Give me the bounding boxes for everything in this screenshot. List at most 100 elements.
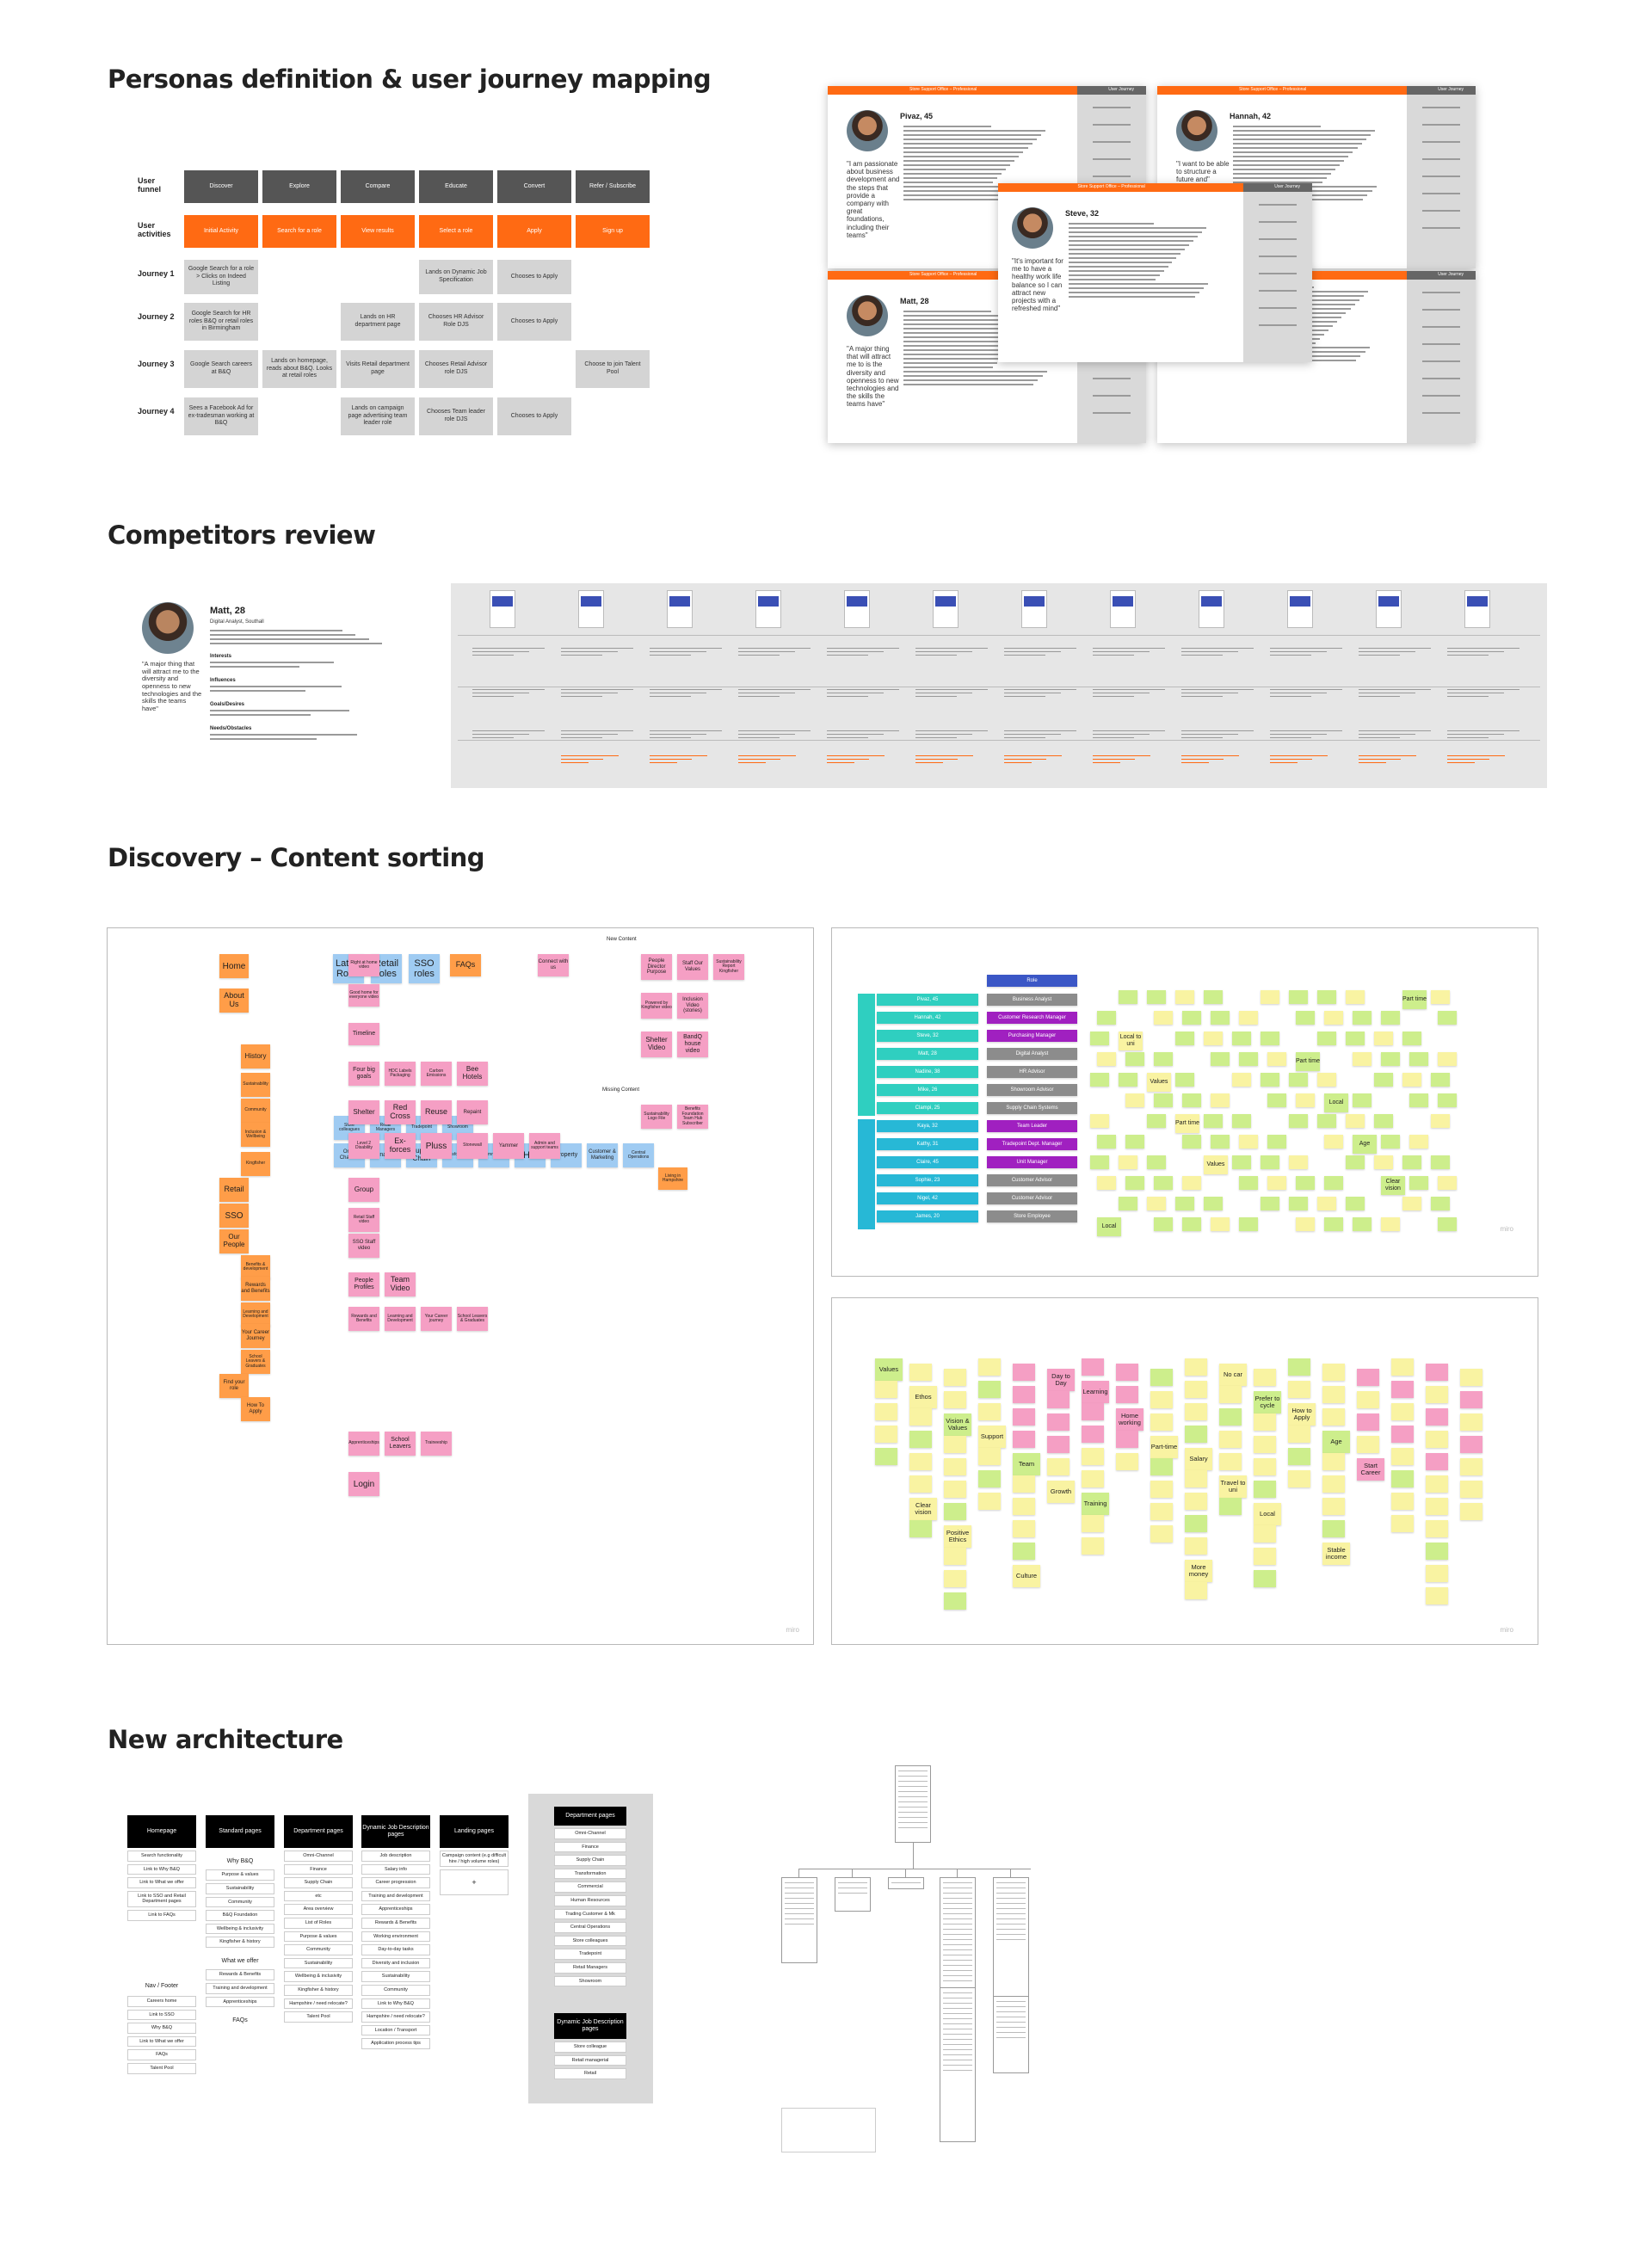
sticky-note[interactable]: Rewards and Benefits	[348, 1307, 379, 1331]
sticky-note[interactable]: Bee Hotels	[457, 1062, 488, 1086]
persona-tag[interactable]: Kathy, 31	[877, 1138, 978, 1150]
sticky-note[interactable]	[1082, 1537, 1104, 1555]
sticky-note[interactable]: Repaint	[457, 1100, 488, 1124]
role-tag[interactable]: Customer Research Manager	[987, 1012, 1077, 1024]
sticky-note[interactable]	[1119, 990, 1137, 1004]
sticky-note[interactable]	[944, 1458, 966, 1475]
sticky-note[interactable]	[1097, 1011, 1116, 1025]
persona-tag[interactable]: Steve, 32	[877, 1030, 978, 1042]
sticky-note[interactable]	[1288, 1358, 1310, 1376]
sticky-note[interactable]: Age	[1322, 1431, 1350, 1453]
sticky-note[interactable]	[1097, 1135, 1116, 1149]
sticky-note[interactable]	[1082, 1470, 1104, 1487]
sticky-note[interactable]: People Profiles	[348, 1272, 379, 1296]
sticky-note[interactable]	[1267, 1176, 1286, 1190]
sticky-note[interactable]	[944, 1436, 966, 1453]
sticky-note[interactable]	[1211, 1052, 1230, 1066]
sticky-note[interactable]	[1431, 1114, 1450, 1128]
sticky-note[interactable]: Values	[1204, 1155, 1228, 1174]
sticky-note[interactable]: Start Career	[1357, 1458, 1384, 1481]
sticky-note[interactable]: Benefits & development	[241, 1255, 270, 1279]
sticky-note[interactable]	[1324, 1176, 1343, 1190]
sticky-note[interactable]	[1426, 1364, 1448, 1381]
sticky-note[interactable]: Age	[1353, 1135, 1377, 1154]
sticky-note[interactable]	[1317, 1032, 1336, 1045]
sticky-note[interactable]	[1460, 1391, 1482, 1408]
sticky-note[interactable]	[1261, 990, 1279, 1004]
persona-tag[interactable]: Kaya, 32	[877, 1120, 978, 1132]
role-tag[interactable]: HR Advisor	[987, 1066, 1077, 1078]
sticky-note[interactable]	[1460, 1413, 1482, 1431]
sticky-note[interactable]	[1402, 1032, 1421, 1045]
sticky-note[interactable]	[1013, 1431, 1035, 1448]
sticky-note[interactable]	[1254, 1525, 1276, 1543]
sticky-note[interactable]: Right at home video	[348, 954, 379, 976]
sticky-note[interactable]: Pluss	[421, 1133, 452, 1159]
sticky-note[interactable]	[1254, 1458, 1276, 1475]
sticky-note[interactable]	[1346, 1155, 1365, 1169]
sticky-note[interactable]	[1047, 1391, 1069, 1408]
sticky-note[interactable]	[1150, 1458, 1173, 1475]
sticky-note[interactable]	[1082, 1426, 1104, 1443]
role-tag[interactable]: Tradepoint Dept. Manager	[987, 1138, 1077, 1150]
sticky-note[interactable]: Sustainability Report Kingfisher	[713, 954, 744, 980]
sticky-note[interactable]	[1381, 1052, 1400, 1066]
sticky-note[interactable]: Travel to uni	[1219, 1475, 1247, 1498]
sticky-note[interactable]	[1322, 1498, 1345, 1515]
sticky-note[interactable]	[1391, 1358, 1414, 1376]
sticky-note[interactable]: Kingfisher	[241, 1152, 270, 1176]
persona-tag[interactable]: Sophie, 23	[877, 1174, 978, 1186]
sticky-note[interactable]	[1267, 1052, 1286, 1066]
sticky-note[interactable]	[1125, 1093, 1144, 1107]
sticky-note[interactable]: Benefits Foundation Team Hub Subscriber	[677, 1105, 708, 1129]
sticky-note[interactable]	[1154, 1217, 1173, 1231]
sticky-note[interactable]	[1097, 1176, 1116, 1190]
sticky-note[interactable]: People Director Purpose	[641, 954, 672, 980]
sticky-note[interactable]	[909, 1364, 932, 1381]
sticky-note[interactable]	[1381, 1011, 1400, 1025]
sticky-note[interactable]	[1426, 1431, 1448, 1448]
sticky-note[interactable]: Sustainability	[241, 1073, 270, 1097]
sticky-note[interactable]	[1289, 1073, 1308, 1087]
sticky-note[interactable]	[1438, 1176, 1457, 1190]
sticky-note[interactable]	[1232, 1155, 1251, 1169]
sticky-note[interactable]	[909, 1475, 932, 1493]
sticky-note[interactable]: HDC Labels Packaging	[385, 1062, 416, 1086]
sticky-note[interactable]: How To Apply	[241, 1397, 270, 1421]
sticky-note[interactable]: Part-time	[1150, 1436, 1178, 1458]
sticky-note[interactable]	[1296, 1176, 1315, 1190]
sticky-note[interactable]	[944, 1548, 966, 1565]
sticky-note[interactable]	[1391, 1403, 1414, 1420]
sticky-note[interactable]	[1374, 1032, 1393, 1045]
sticky-note[interactable]: Powered by Kingfisher video	[641, 993, 672, 1019]
sticky-note[interactable]	[1322, 1408, 1345, 1426]
sticky-note[interactable]: Sustainability Logo File	[641, 1105, 672, 1129]
sticky-note[interactable]	[1357, 1413, 1379, 1431]
sticky-note[interactable]	[909, 1453, 932, 1470]
sticky-note[interactable]	[1431, 1155, 1450, 1169]
sticky-note[interactable]	[1353, 1217, 1372, 1231]
sticky-note[interactable]: Local to uni	[1119, 1032, 1143, 1050]
sticky-note[interactable]: Home	[219, 954, 249, 978]
sticky-note[interactable]: Clear vision	[1381, 1176, 1405, 1195]
sticky-note[interactable]	[1154, 1176, 1173, 1190]
sticky-note[interactable]	[1154, 1052, 1173, 1066]
sticky-note[interactable]	[978, 1403, 1001, 1420]
sticky-note[interactable]	[1211, 1217, 1230, 1231]
sticky-note[interactable]: Your Career Journey	[241, 1324, 270, 1348]
sticky-note[interactable]	[1426, 1475, 1448, 1493]
sticky-note[interactable]	[1185, 1381, 1207, 1398]
sticky-note[interactable]: Learning and Development	[241, 1303, 270, 1327]
sticky-note[interactable]: Carbon Emissions	[421, 1062, 452, 1086]
sticky-note[interactable]	[1357, 1369, 1379, 1386]
sticky-note[interactable]: Admin and support teams	[529, 1133, 560, 1159]
sticky-note[interactable]	[1261, 1032, 1279, 1045]
sticky-note[interactable]: Home working	[1116, 1408, 1143, 1431]
sticky-note[interactable]	[978, 1448, 1001, 1465]
sticky-note[interactable]	[1322, 1475, 1345, 1493]
sticky-note[interactable]: Central Operations	[623, 1143, 654, 1167]
sticky-note[interactable]	[1047, 1436, 1069, 1453]
sticky-note[interactable]	[1409, 1176, 1428, 1190]
sticky-note[interactable]	[1438, 1011, 1457, 1025]
sticky-note[interactable]: Timeline	[348, 1023, 379, 1045]
